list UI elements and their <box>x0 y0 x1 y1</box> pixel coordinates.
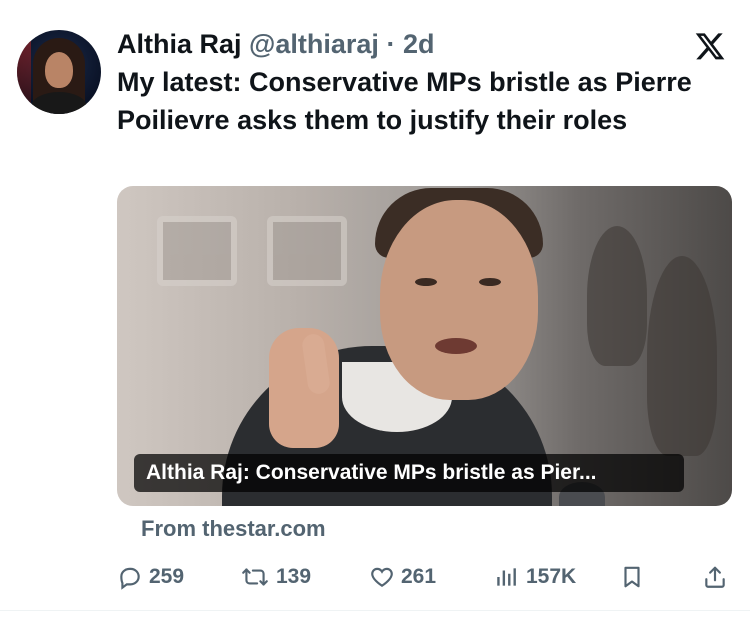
tweet-header: Althia Raj @althiaraj · 2d <box>117 27 434 61</box>
tweet-text: My latest: Conservative MPs bristle as P… <box>117 67 692 135</box>
background-window <box>157 216 237 286</box>
repost-count: 139 <box>276 565 312 588</box>
avatar[interactable] <box>17 30 101 114</box>
separator-dot: · <box>386 29 396 59</box>
reply-count: 259 <box>149 565 185 588</box>
reply-button[interactable]: 259 <box>117 560 184 594</box>
views-count: 157K <box>526 565 577 588</box>
author-handle[interactable]: @althiaraj <box>249 29 379 59</box>
repost-icon <box>242 568 268 586</box>
author-name[interactable]: Althia Raj <box>117 29 242 59</box>
views-button[interactable]: 157K <box>494 560 576 594</box>
background-person <box>587 226 647 366</box>
photo-subject-mouth <box>435 338 477 354</box>
tweet[interactable]: Althia Raj @althiaraj · 2d My latest: Co… <box>0 0 750 620</box>
repost-button[interactable]: 139 <box>240 560 311 594</box>
photo-subject-eye <box>415 278 437 286</box>
share-button[interactable] <box>702 560 734 594</box>
views-icon <box>497 568 516 586</box>
like-button[interactable]: 261 <box>369 560 436 594</box>
action-bar: 259 139 261 157K <box>117 560 732 594</box>
timestamp[interactable]: 2d <box>403 29 435 59</box>
avatar-face <box>45 52 73 88</box>
photo-subject-eye <box>479 278 501 286</box>
x-logo-icon <box>695 33 725 60</box>
card-source[interactable]: From thestar.com <box>141 516 326 542</box>
share-icon <box>705 566 725 588</box>
card-caption[interactable]: Althia Raj: Conservative MPs bristle as … <box>134 454 684 492</box>
tweet-divider <box>0 610 750 611</box>
reply-icon <box>120 567 140 590</box>
background-person <box>647 256 717 456</box>
like-count: 261 <box>401 565 437 588</box>
background-window <box>267 216 347 286</box>
photo-subject-head <box>380 200 538 400</box>
link-card[interactable]: Althia Raj: Conservative MPs bristle as … <box>117 186 732 506</box>
bookmark-button[interactable] <box>619 560 651 594</box>
avatar-body <box>31 92 87 114</box>
bookmark-icon <box>624 566 640 588</box>
avatar-background <box>17 30 31 114</box>
heart-icon <box>371 567 393 587</box>
